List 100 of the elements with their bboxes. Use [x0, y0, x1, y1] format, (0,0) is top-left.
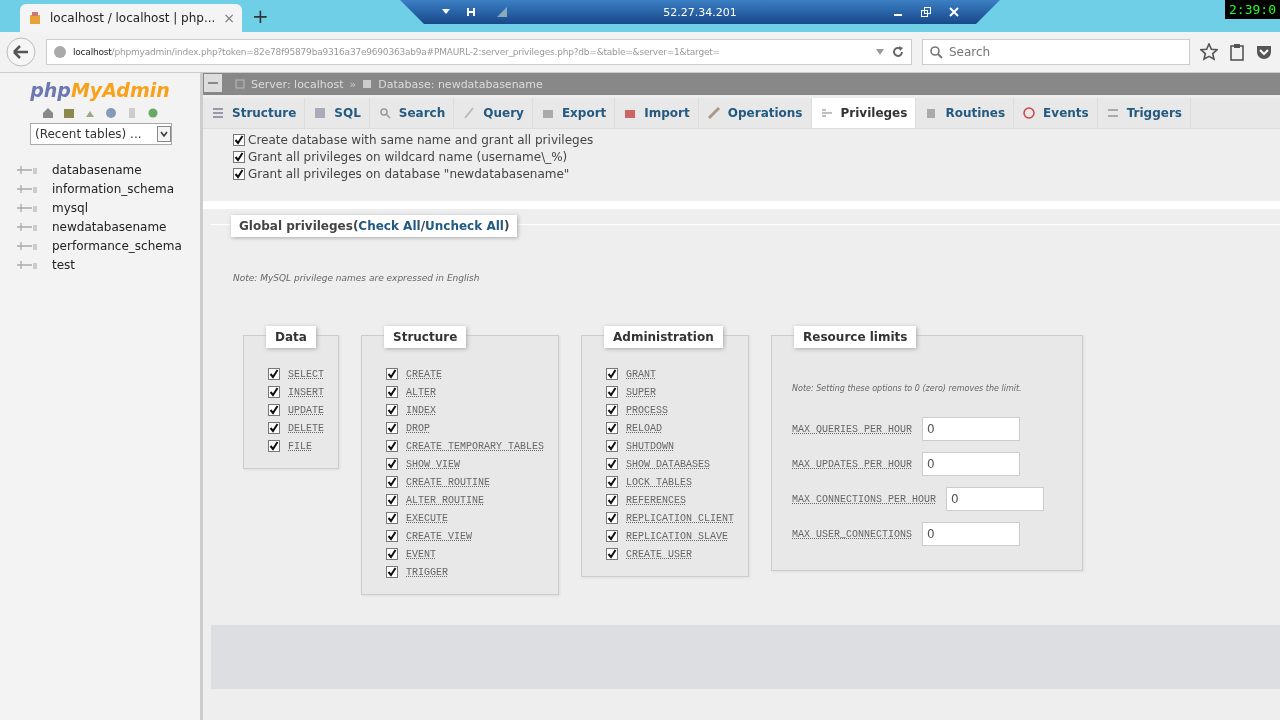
limit-label: MAX CONNECTIONS PER HOUR — [792, 493, 937, 505]
home-icon[interactable] — [41, 107, 54, 119]
legend-title: Global privileges — [239, 219, 353, 233]
nav-tab[interactable]: Routines — [916, 98, 1015, 128]
nav-tab[interactable]: Query — [454, 98, 533, 128]
checkbox[interactable] — [386, 368, 398, 380]
nav-tab[interactable]: Triggers — [1097, 98, 1191, 128]
checkbox[interactable] — [606, 440, 619, 452]
clipboard-icon[interactable] — [1228, 43, 1246, 61]
nav-tab[interactable]: Export — [532, 98, 616, 128]
checkbox[interactable] — [606, 494, 619, 506]
privilege-label: LOCK TABLES — [626, 476, 693, 488]
checkbox[interactable] — [268, 386, 280, 398]
caret-icon — [157, 126, 171, 142]
privilege-label: SHUTDOWN — [626, 440, 675, 452]
checkbox[interactable] — [268, 422, 280, 434]
checkbox[interactable] — [606, 386, 619, 398]
breadcrumb-separator: » — [349, 77, 357, 91]
nav-tab[interactable]: Structure — [203, 98, 306, 128]
collapse-icon[interactable] — [203, 73, 223, 93]
database-icon — [362, 79, 373, 89]
group-legend: Data — [266, 326, 316, 348]
checkbox[interactable] — [386, 404, 398, 416]
legend-paren: ( — [352, 219, 359, 233]
checkbox[interactable] — [386, 548, 398, 560]
checkbox[interactable] — [386, 458, 398, 470]
tab-icon — [462, 106, 477, 120]
close-icon[interactable] — [948, 6, 960, 18]
checkbox[interactable] — [386, 494, 398, 506]
checkbox[interactable] — [606, 530, 619, 542]
check-all-link[interactable]: Check All — [358, 219, 421, 233]
checkbox[interactable] — [606, 458, 619, 470]
privilege-label: SELECT — [288, 368, 324, 380]
checkbox[interactable] — [606, 548, 619, 560]
nav-tab[interactable]: SQL — [305, 98, 370, 128]
privilege-label: DELETE — [288, 422, 324, 434]
checkbox[interactable] — [606, 476, 619, 488]
group-legend: Resource limits — [794, 326, 917, 348]
host-address: 52.27.34.201 — [662, 5, 738, 19]
reload-icon[interactable] — [891, 45, 905, 59]
checkbox[interactable] — [233, 134, 245, 146]
checkbox[interactable] — [233, 168, 245, 180]
uncheck-all-link[interactable]: Uncheck All — [425, 219, 504, 233]
checkbox[interactable] — [268, 404, 280, 416]
privilege-label: TRIGGER — [406, 566, 449, 578]
limit-label: MAX QUERIES PER HOUR — [792, 423, 913, 435]
checkbox[interactable] — [606, 368, 619, 380]
checkbox[interactable] — [386, 440, 398, 452]
limit-field[interactable]: 0 — [922, 522, 1021, 546]
new-tab-button[interactable]: + — [252, 4, 269, 28]
database-link[interactable]: information_schema — [52, 182, 175, 196]
pocket-icon[interactable] — [1256, 43, 1272, 61]
checkbox[interactable] — [386, 386, 398, 398]
checkbox[interactable] — [268, 368, 280, 380]
privilege-label: CREATE ROUTINE — [406, 476, 491, 488]
nav-tab[interactable]: Privileges — [811, 98, 917, 128]
database-link[interactable]: newdatabasename — [52, 220, 167, 234]
nav-tab[interactable]: Events — [1014, 98, 1098, 128]
star-icon[interactable] — [1200, 43, 1218, 61]
privilege-label: REFERENCES — [626, 494, 687, 506]
checkbox[interactable] — [386, 512, 398, 524]
privilege-label: RELOAD — [626, 422, 663, 434]
nav-tab[interactable]: Operations — [698, 98, 812, 128]
privilege-label: SHOW VIEW — [406, 458, 461, 470]
checkbox-label: Grant all privileges on database "newdatabasename" — [248, 167, 570, 181]
privilege-label: CREATE — [406, 368, 443, 380]
search-icon — [929, 45, 943, 59]
privilege-label: INDEX — [406, 404, 437, 416]
back-icon[interactable] — [6, 37, 36, 67]
nav-tab[interactable]: Import — [615, 98, 699, 128]
nav-tab[interactable]: Search — [369, 98, 455, 128]
close-tab-button[interactable]: × — [223, 10, 236, 26]
privilege-label: INSERT — [288, 386, 324, 398]
restore-icon[interactable] — [920, 6, 932, 18]
limit-label: MAX UPDATES PER HOUR — [792, 458, 913, 470]
database-link[interactable]: databasename — [52, 163, 142, 177]
database-link[interactable]: performance_schema — [52, 239, 182, 253]
address-bar[interactable]: localhost/phpmyadmin/index.php?token=82e78f95879ba9316a37e9690363ab9a#PMAURL-2:server_privileges.php?db=&table=&server=1&target= — [46, 39, 912, 65]
checkbox[interactable] — [268, 440, 280, 452]
checkbox-label: Grant all privileges on wildcard name (username\_%) — [248, 150, 568, 164]
privilege-label: UPDATE — [288, 404, 324, 416]
checkbox[interactable] — [386, 530, 398, 542]
privilege-label: ALTER ROUTINE — [406, 494, 485, 506]
limit-field[interactable]: 0 — [946, 487, 1045, 511]
search-field[interactable]: Search — [922, 39, 1190, 65]
recent-tables-dropdown[interactable]: (Recent tables) ... — [30, 123, 172, 145]
checkbox[interactable] — [386, 422, 398, 434]
checkbox[interactable] — [386, 566, 398, 578]
limit-field[interactable]: 0 — [922, 417, 1021, 441]
checkbox[interactable] — [606, 512, 619, 524]
checkbox[interactable] — [606, 404, 619, 416]
database-icon[interactable] — [62, 107, 75, 119]
browser-tab[interactable]: localhost / localhost | php... × — [20, 4, 242, 32]
database-link[interactable]: test — [52, 258, 76, 272]
limit-field[interactable]: 0 — [922, 452, 1021, 476]
privilege-label: CREATE VIEW — [406, 530, 473, 542]
checkbox[interactable] — [233, 151, 245, 163]
checkbox[interactable] — [386, 476, 398, 488]
database-link[interactable]: mysql — [52, 201, 88, 215]
checkbox[interactable] — [606, 422, 619, 434]
